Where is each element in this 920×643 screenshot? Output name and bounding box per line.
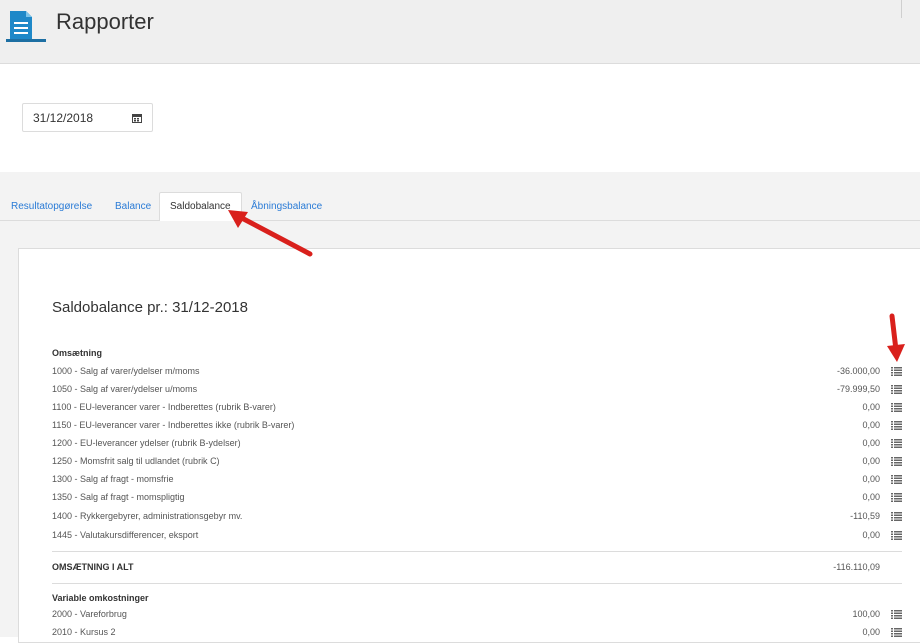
table-row: 1150 - EU-leverancer varer - Indberettes… [52, 417, 902, 435]
table-row: 1400 - Rykkergebyrer, administrationsgeb… [52, 508, 902, 526]
account-label: 2010 - Kursus 2 [52, 627, 116, 637]
account-value: 100,00 [852, 609, 880, 619]
list-icon[interactable] [891, 512, 902, 521]
list-icon[interactable] [891, 421, 902, 430]
document-icon [6, 11, 46, 42]
account-label: 1200 - EU-leverancer ydelser (rubrik B-y… [52, 438, 241, 448]
table-row: 1100 - EU-leverancer varer - Indberettes… [52, 399, 902, 417]
table-row: 1300 - Salg af fragt - momsfrie 0,00 [52, 471, 902, 489]
total-label: OMSÆTNING I ALT [52, 562, 134, 572]
account-label: 1250 - Momsfrit salg til udlandet (rubri… [52, 456, 220, 466]
list-icon[interactable] [891, 475, 902, 484]
annotation-arrow-icon [887, 313, 905, 362]
list-icon[interactable] [891, 385, 902, 394]
date-value: 31/12/2018 [33, 111, 94, 125]
table-row: 1200 - EU-leverancer ydelser (rubrik B-y… [52, 435, 902, 453]
date-field[interactable]: 31/12/2018 [22, 103, 153, 132]
account-value: 0,00 [862, 456, 880, 466]
tab-resultatopgoerelse[interactable]: Resultatopgørelse [11, 193, 92, 221]
divider [52, 551, 902, 552]
account-value: -36.000,00 [836, 366, 880, 376]
page-header: Rapporter [0, 0, 920, 64]
account-label: 2000 - Vareforbrug [52, 609, 127, 619]
table-row: 1445 - Valutakursdifferencer, eksport 0,… [52, 527, 902, 545]
section-total: OMSÆTNING I ALT -116.110,09 [52, 558, 902, 578]
list-icon[interactable] [891, 439, 902, 448]
divider [52, 583, 902, 584]
total-value: -116.110,09 [833, 562, 880, 572]
list-icon[interactable] [891, 628, 902, 637]
table-row: 1000 - Salg af varer/ydelser m/moms -36.… [52, 363, 902, 381]
account-value: 0,00 [862, 530, 880, 540]
table-row: 1050 - Salg af varer/ydelser u/moms -79.… [52, 381, 902, 399]
account-label: 1350 - Salg af fragt - momspligtig [52, 492, 185, 502]
account-label: 1150 - EU-leverancer varer - Indberettes… [52, 420, 295, 430]
account-value: 0,00 [862, 420, 880, 430]
table-row: 1250 - Momsfrit salg til udlandet (rubri… [52, 453, 902, 471]
calendar-icon[interactable] [132, 113, 142, 123]
account-value: 0,00 [862, 627, 880, 637]
table-row: 2010 - Kursus 2 0,00 [52, 624, 902, 642]
account-value: 0,00 [862, 402, 880, 412]
account-label: 1400 - Rykkergebyrer, administrationsgeb… [52, 511, 243, 521]
page-title: Rapporter [56, 9, 154, 34]
list-icon[interactable] [891, 610, 902, 619]
section-heading-variable-omkostninger: Variable omkostninger [52, 593, 149, 603]
list-icon[interactable] [891, 403, 902, 412]
account-label: 1300 - Salg af fragt - momsfrie [52, 474, 174, 484]
account-label: 1000 - Salg af varer/ydelser m/moms [52, 366, 200, 376]
tab-bar: Resultatopgørelse Balance Saldobalance Å… [0, 172, 920, 222]
account-value: 0,00 [862, 492, 880, 502]
list-icon[interactable] [891, 531, 902, 540]
account-value: 0,00 [862, 438, 880, 448]
list-icon[interactable] [891, 493, 902, 502]
report-title: Saldobalance pr.: 31/12-2018 [52, 299, 248, 316]
account-label: 1050 - Salg af varer/ydelser u/moms [52, 384, 198, 394]
table-row: 1350 - Salg af fragt - momspligtig 0,00 [52, 489, 902, 507]
account-value: 0,00 [862, 474, 880, 484]
account-label: 1445 - Valutakursdifferencer, eksport [52, 530, 199, 540]
table-row: 2000 - Vareforbrug 100,00 [52, 606, 902, 624]
list-icon[interactable] [891, 457, 902, 466]
tab-balance[interactable]: Balance [115, 193, 151, 221]
section-heading-omsaetning: Omsætning [52, 348, 103, 358]
account-label: 1100 - EU-leverancer varer - Indberettes… [52, 402, 276, 412]
header-divider [901, 0, 902, 18]
account-value: -110,59 [850, 511, 880, 521]
list-icon[interactable] [891, 367, 902, 376]
account-value: -79.999,50 [836, 384, 880, 394]
annotation-arrow-icon [228, 210, 313, 257]
